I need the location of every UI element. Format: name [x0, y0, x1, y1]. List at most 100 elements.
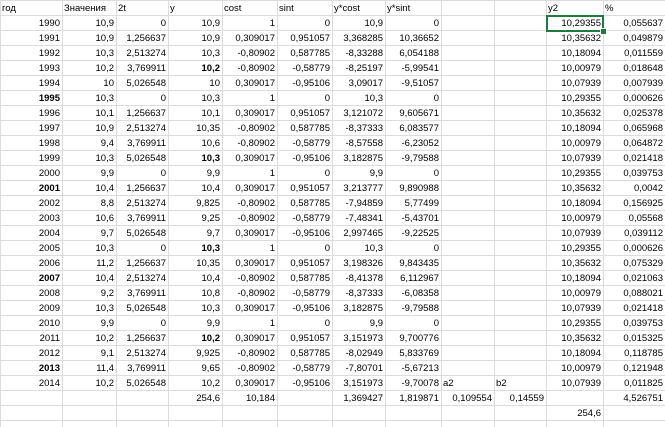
cell-value[interactable]: 10,3: [62, 46, 116, 61]
cell-cost[interactable]: -0,80902: [222, 46, 277, 61]
cell-y2[interactable]: 10,07939: [546, 301, 603, 316]
cell-2t[interactable]: 0: [116, 316, 168, 331]
cell-cost[interactable]: 0,309017: [222, 76, 277, 91]
cell-ysint[interactable]: 0: [385, 91, 441, 106]
cell-sint[interactable]: 0,951057: [277, 331, 332, 346]
cell-2t[interactable]: 5,026548: [116, 76, 168, 91]
cell-year[interactable]: 2006: [0, 256, 62, 271]
cell-y[interactable]: 10,3: [168, 301, 222, 316]
cell-2t[interactable]: 1,256637: [116, 256, 168, 271]
cell-ycost[interactable]: 3,368285: [332, 31, 385, 46]
cell-cost[interactable]: 0,309017: [222, 256, 277, 271]
cell-ysint[interactable]: -9,51057: [385, 76, 441, 91]
cell-ycost[interactable]: -8,02949: [332, 346, 385, 361]
total-y[interactable]: 254,6: [168, 391, 222, 406]
header-2t[interactable]: 2t: [116, 1, 168, 16]
cell-sint[interactable]: 0,951057: [277, 181, 332, 196]
cell-ycost[interactable]: -7,94859: [332, 196, 385, 211]
cell-percent[interactable]: 0,118785: [603, 346, 665, 361]
cell-ycost[interactable]: 10,9: [332, 16, 385, 31]
cell-2t[interactable]: 3,769911: [116, 211, 168, 226]
cell-2t[interactable]: 2,513274: [116, 271, 168, 286]
cell-cost[interactable]: 0,309017: [222, 106, 277, 121]
cell-sint[interactable]: -0,58779: [277, 61, 332, 76]
cell-cost[interactable]: -0,80902: [222, 211, 277, 226]
cell-ycost[interactable]: 3,182875: [332, 301, 385, 316]
cell-ycost[interactable]: -8,37333: [332, 121, 385, 136]
fill-handle[interactable]: [600, 28, 607, 35]
cell-sint[interactable]: 0,951057: [277, 106, 332, 121]
cell-percent[interactable]: 0,05568: [603, 211, 665, 226]
cell-ycost[interactable]: 3,151973: [332, 376, 385, 391]
cell-y2[interactable]: 10,35632: [546, 331, 603, 346]
cell-percent[interactable]: 0,064872: [603, 136, 665, 151]
cell-sint[interactable]: 0,587785: [277, 346, 332, 361]
cell-sint[interactable]: -0,58779: [277, 361, 332, 376]
cell-percent[interactable]: 0,039753: [603, 316, 665, 331]
value-a2[interactable]: 0,109554: [441, 391, 494, 406]
cell-percent[interactable]: 0,121948: [603, 361, 665, 376]
cell-ysint[interactable]: 5,77499: [385, 196, 441, 211]
cell-ysint[interactable]: -5,99541: [385, 61, 441, 76]
cell-ysint[interactable]: 9,843435: [385, 256, 441, 271]
header-sint[interactable]: sint: [277, 1, 332, 16]
cell-cost[interactable]: 0,309017: [222, 181, 277, 196]
cell-2t[interactable]: 5,026548: [116, 151, 168, 166]
cell-cost[interactable]: -0,80902: [222, 361, 277, 376]
cell-sint[interactable]: -0,95106: [277, 226, 332, 241]
cell-sint[interactable]: 0: [277, 16, 332, 31]
cell-percent[interactable]: 0,075329: [603, 256, 665, 271]
cell-percent[interactable]: 0,0042: [603, 181, 665, 196]
cell-2t[interactable]: 0: [116, 166, 168, 181]
cell-y2[interactable]: 10,29355: [546, 241, 603, 256]
header-year[interactable]: год: [0, 1, 62, 16]
cell-y2[interactable]: 10,18094: [546, 121, 603, 136]
cell-y[interactable]: 9,925: [168, 346, 222, 361]
cell-y2[interactable]: 10,35632: [546, 31, 603, 46]
cell-ycost[interactable]: 9,9: [332, 166, 385, 181]
cell-y[interactable]: 9,825: [168, 196, 222, 211]
cell-y2[interactable]: 10,29355: [546, 91, 603, 106]
cell-2t[interactable]: 1,256637: [116, 31, 168, 46]
cell-year[interactable]: 2001: [0, 181, 62, 196]
label-a2[interactable]: a2: [441, 376, 494, 391]
cell-sint[interactable]: 0: [277, 91, 332, 106]
cell-sint[interactable]: -0,58779: [277, 286, 332, 301]
cell-y[interactable]: 9,9: [168, 316, 222, 331]
cell-2t[interactable]: 0: [116, 16, 168, 31]
cell-ysint[interactable]: 10,36652: [385, 31, 441, 46]
cell-y[interactable]: 10,6: [168, 136, 222, 151]
cell-ysint[interactable]: -9,22525: [385, 226, 441, 241]
cell-ysint[interactable]: 0: [385, 316, 441, 331]
cell-year[interactable]: 2013: [0, 361, 62, 376]
cell-ysint[interactable]: 6,054188: [385, 46, 441, 61]
cell-ycost[interactable]: 2,997465: [332, 226, 385, 241]
cell-year[interactable]: 1999: [0, 151, 62, 166]
cell-year[interactable]: 1994: [0, 76, 62, 91]
cell-sint[interactable]: 0: [277, 241, 332, 256]
cell-ycost[interactable]: 3,09017: [332, 76, 385, 91]
cell-ysint[interactable]: -9,79588: [385, 301, 441, 316]
cell-y[interactable]: 10,3: [168, 241, 222, 256]
cell-value[interactable]: 10,4: [62, 271, 116, 286]
cell-y2[interactable]: 10,35632: [546, 106, 603, 121]
cell-y2[interactable]: 10,00979: [546, 286, 603, 301]
cell-y2[interactable]: 10,18094: [546, 271, 603, 286]
cell-y2[interactable]: 10,18094: [546, 46, 603, 61]
cell-y[interactable]: 9,25: [168, 211, 222, 226]
cell-sint[interactable]: -0,58779: [277, 136, 332, 151]
cell-2t[interactable]: 3,769911: [116, 361, 168, 376]
cell-ysint[interactable]: 9,700776: [385, 331, 441, 346]
header-cost[interactable]: cost: [222, 1, 277, 16]
cell-value[interactable]: 10,3: [62, 151, 116, 166]
cell-cost[interactable]: -0,80902: [222, 136, 277, 151]
cell-y[interactable]: 10: [168, 76, 222, 91]
cell-percent[interactable]: 0,156925: [603, 196, 665, 211]
cell-y[interactable]: 10,35: [168, 121, 222, 136]
cell-2t[interactable]: 1,256637: [116, 331, 168, 346]
cell-cost[interactable]: 1: [222, 241, 277, 256]
cell-ysint[interactable]: 0: [385, 241, 441, 256]
cell-ysint[interactable]: -9,70078: [385, 376, 441, 391]
cell-cost[interactable]: -0,80902: [222, 196, 277, 211]
cell-sint[interactable]: -0,95106: [277, 76, 332, 91]
